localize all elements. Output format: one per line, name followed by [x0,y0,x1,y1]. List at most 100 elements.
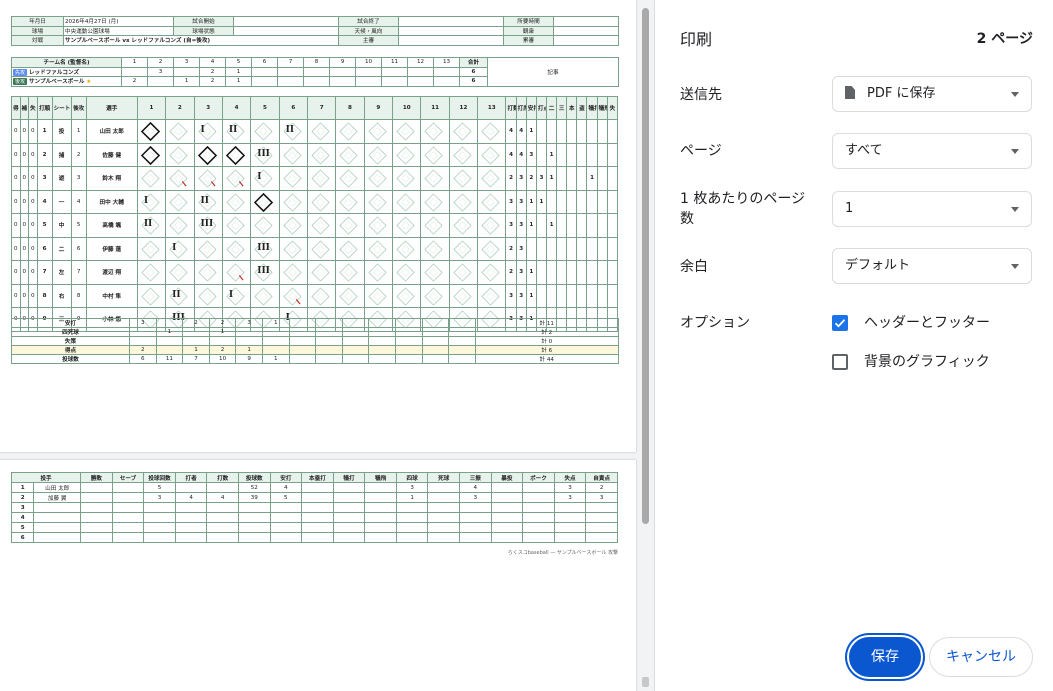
destination-select[interactable]: PDF に保存 [832,76,1032,112]
sheet-cell: 観衆 [503,25,554,36]
sheet-cell [576,213,588,238]
at-bat-cell [448,283,479,308]
team-side-badge: 先攻 [13,68,28,76]
diamond-icon [453,192,472,212]
sheet-cell: 犠打 [332,472,366,483]
at-bat-cell [306,213,337,238]
diamond-icon [226,169,245,188]
sheet-cell: 2 [525,166,537,191]
sheet-cell: 10 [392,96,422,120]
sheet-cell: 5 [36,213,53,238]
diamond-icon [481,169,500,188]
totals-row: 得点 2 1 2 1 計 6 [11,345,619,355]
sheet-cell: 鈴木 翔 [85,166,138,191]
at-bat-cell [363,260,394,285]
diamond-icon [368,286,387,306]
pages-select[interactable]: すべて [832,133,1032,169]
at-bat-cell [136,283,167,308]
sheet-cell: 記事 [487,57,619,87]
sheet-cell: 7 [182,354,210,364]
out-count-mark: I [172,242,177,253]
sheet-cell: 5 [10,522,35,533]
at-bat-cell [193,260,223,285]
sheet-cell [606,283,619,308]
sheet-cell: 1 [525,260,537,285]
static-zero: 0 [11,213,21,238]
sheet-cell [421,336,450,346]
sheet-cell: 対戦 [11,35,64,46]
diamond-icon [339,263,358,282]
sheet-cell: 計 11 [474,318,619,328]
diamond-icon [339,239,358,259]
sheet-cell [448,327,476,337]
out-count-mark: II [172,289,181,300]
sheet-cell: 一 [51,189,72,214]
diamond-icon [339,286,358,306]
static-zero: 0 [28,119,38,144]
chevron-down-icon [1011,207,1019,212]
preview-scrollbar-arrow[interactable] [642,677,649,687]
sheet-cell [332,532,366,543]
sheet-cell: 2 [10,492,35,503]
preview-scrollbar-thumb[interactable] [642,8,649,524]
sheet-cell [341,345,370,355]
at-bat-cell [363,142,394,167]
diamond-icon [169,216,188,235]
margins-select[interactable]: デフォルト [832,248,1032,284]
cancel-button[interactable]: キャンセル [929,637,1033,677]
static-zero: 0 [11,189,21,214]
diamond-icon [311,286,330,306]
at-bat-cell [392,119,422,144]
batting-table: 得補失打順シート後攻選手12345678910111213打数打席安打打点二三本… [11,96,619,332]
sheet-cell: 球場 [11,25,64,36]
sheet-cell: 3 [585,492,618,503]
save-button[interactable]: 保存 [849,637,921,677]
sheet-cell: 3 [235,318,263,328]
sheet-cell: 2 [199,76,226,87]
sheet-cell: 加藤 翼 [33,492,82,503]
at-bat-cell [477,119,507,144]
diamond-icon [368,239,387,259]
sheet-cell: 打数 [505,96,517,120]
background-graphics-checkbox[interactable] [832,354,848,370]
sheet-cell [459,532,492,543]
sheet-cell: 6 [459,66,488,77]
sheet-cell: 4 [505,119,517,144]
static-zero: 0 [28,166,38,191]
sheet-cell [490,502,524,513]
sheet-cell [585,522,618,533]
sheet-cell [364,522,397,533]
print-preview[interactable]: 年月日 2026年4月27日 (月) 試合開始 試合終了 所要時間 球場 中央運動公園球場球… [0,0,654,691]
headers-footers-label[interactable]: ヘッダーとフッター [864,313,990,333]
sheet-cell [398,35,504,46]
sheet-cell: 7 [306,96,337,120]
sheet-cell [251,66,278,77]
at-bat-cell [420,119,450,144]
sheet-cell [269,522,303,533]
chevron-down-icon [1011,149,1019,154]
at-bat-cell: I [165,236,195,261]
sheet-cell: 得 [11,96,21,120]
sheet-cell [368,354,396,364]
pages-per-sheet-select[interactable]: 1 [832,191,1032,227]
sheet-cell: 犠飛 [596,96,608,120]
sheet-cell: 失 [606,96,619,120]
sheet-cell [368,336,396,346]
pitcher-row: 6 [10,532,618,543]
sheet-cell: 山田 太郎 [33,482,82,493]
sheet-cell: 1 [545,142,558,167]
sheet-cell [332,502,366,513]
at-bat-cell: II [165,283,195,308]
totals-row: 四死球 1 1 計 2 [11,327,619,337]
batter-row: 0 0 0 1 投 1 山田 太郎 I II II 4 4 1 [11,119,619,144]
background-graphics-label[interactable]: 背景のグラフィック [864,352,990,372]
diamond-icon [453,145,472,165]
sheet-cell [556,142,568,167]
sheet-cell: 6 [278,96,308,120]
sheet-cell [121,66,148,77]
at-bat-cell [477,236,507,261]
sheet-cell: 投球数 [237,472,271,483]
at-bat-cell [335,236,365,261]
headers-footers-checkbox[interactable] [832,315,848,331]
pitcher-row: 1 山田 太郎 5 52 4 3 4 3 2 [10,482,618,493]
